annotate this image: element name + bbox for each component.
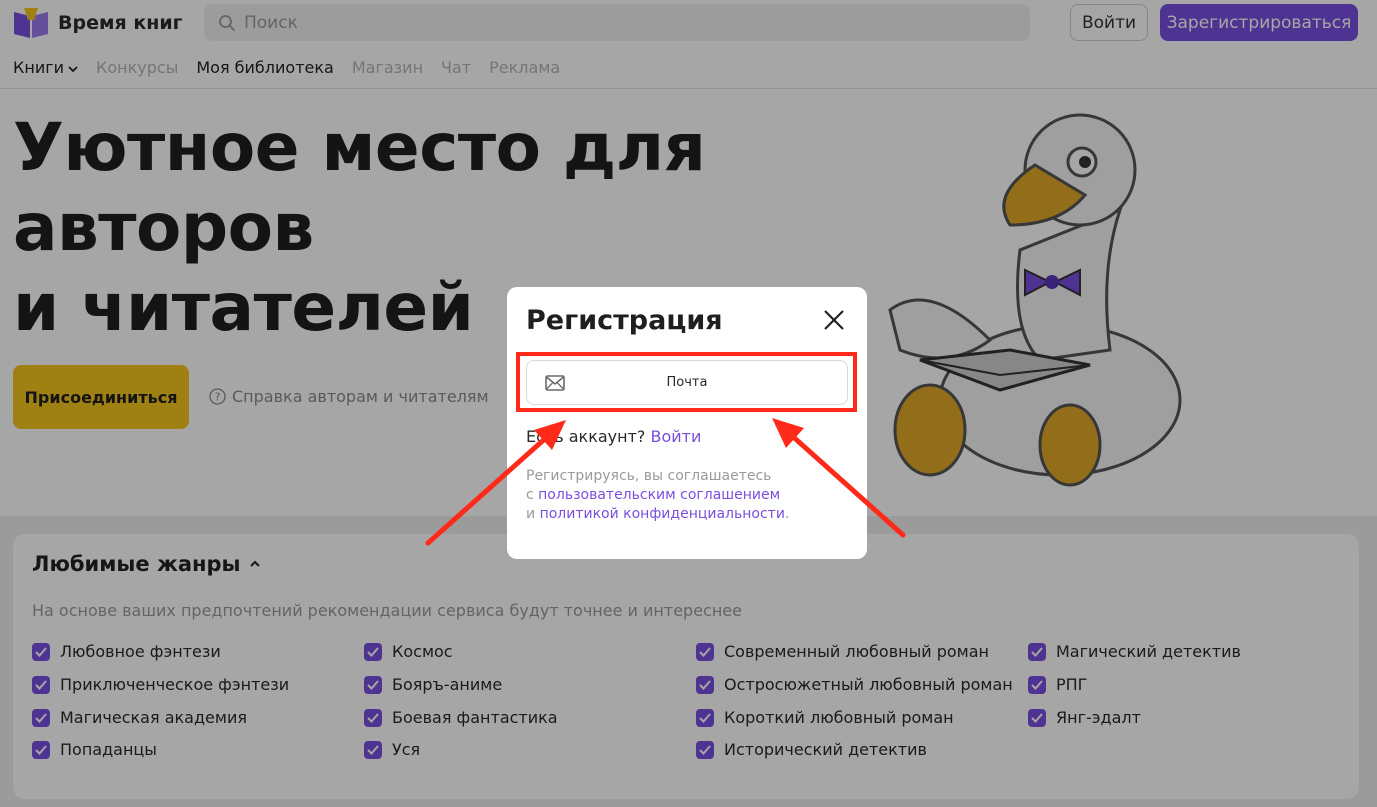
- legal-notice: Регистрируясь, вы соглашаетесь с пользов…: [526, 467, 846, 524]
- legal-c: с: [526, 487, 534, 503]
- close-icon[interactable]: [822, 308, 846, 332]
- legal-dot: .: [784, 506, 790, 522]
- annotation-highlight-box: [516, 352, 857, 412]
- user-agreement-link[interactable]: пользовательским соглашением: [538, 487, 780, 503]
- legal-i: и: [526, 506, 536, 522]
- legal-line1: Регистрируясь, вы соглашаетесь: [526, 468, 772, 484]
- modal-title: Регистрация: [526, 305, 723, 336]
- have-account-text: Есть аккаунт?: [526, 427, 646, 446]
- modal-login-link[interactable]: Войти: [651, 427, 702, 446]
- page: Время книг Поиск Войти Зарегистрироватьс…: [0, 0, 1377, 807]
- registration-modal: Регистрация Почта Есть аккаунт? Войти Ре…: [507, 287, 867, 559]
- have-account: Есть аккаунт? Войти: [526, 427, 701, 446]
- privacy-policy-link[interactable]: политикой конфиденциальности: [540, 506, 785, 522]
